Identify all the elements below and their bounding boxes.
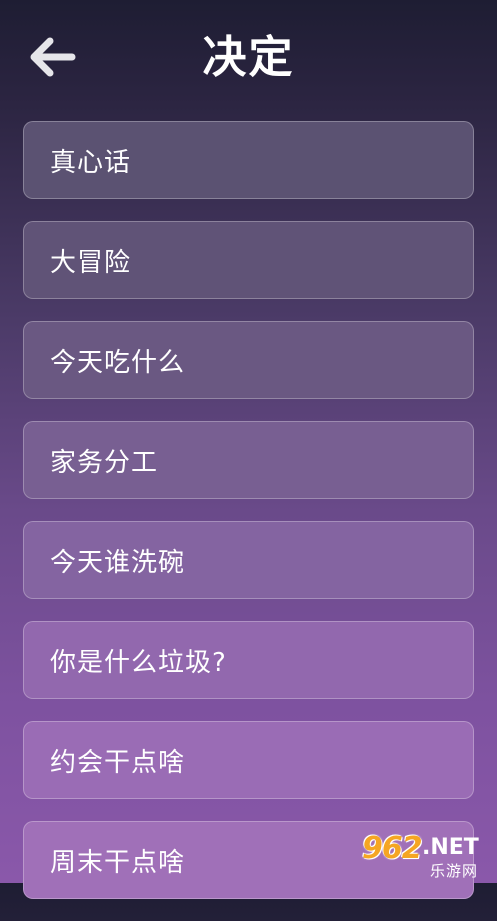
list-item-label: 周末干点啥 (50, 847, 186, 878)
list-item-what-to-eat[interactable]: 今天吃什么 (23, 321, 474, 399)
list-item-truth[interactable]: 真心话 (23, 121, 474, 199)
list-item-label: 今天吃什么 (50, 347, 186, 378)
list-item-date[interactable]: 约会干点啥 (23, 721, 474, 799)
list-item-dishes[interactable]: 今天谁洗碗 (23, 521, 474, 599)
list-item-garbage[interactable]: 你是什么垃圾? (23, 621, 474, 699)
decision-list: 真心话 大冒险 今天吃什么 家务分工 今天谁洗碗 你是什么垃圾? 约会干点啥 周… (23, 121, 474, 921)
list-item-weekend[interactable]: 周末干点啥 (23, 821, 474, 899)
list-item-label: 你是什么垃圾? (50, 647, 227, 678)
list-item-label: 家务分工 (50, 447, 159, 478)
list-item-dare[interactable]: 大冒险 (23, 221, 474, 299)
list-item-label: 今天谁洗碗 (50, 547, 186, 578)
list-item-chores[interactable]: 家务分工 (23, 421, 474, 499)
list-item-label: 真心话 (50, 147, 132, 178)
page-title: 决定 (202, 32, 295, 83)
list-item-label: 约会干点啥 (50, 747, 186, 778)
header-bar: 决定 (0, 0, 497, 118)
list-item-label: 大冒险 (50, 247, 132, 278)
